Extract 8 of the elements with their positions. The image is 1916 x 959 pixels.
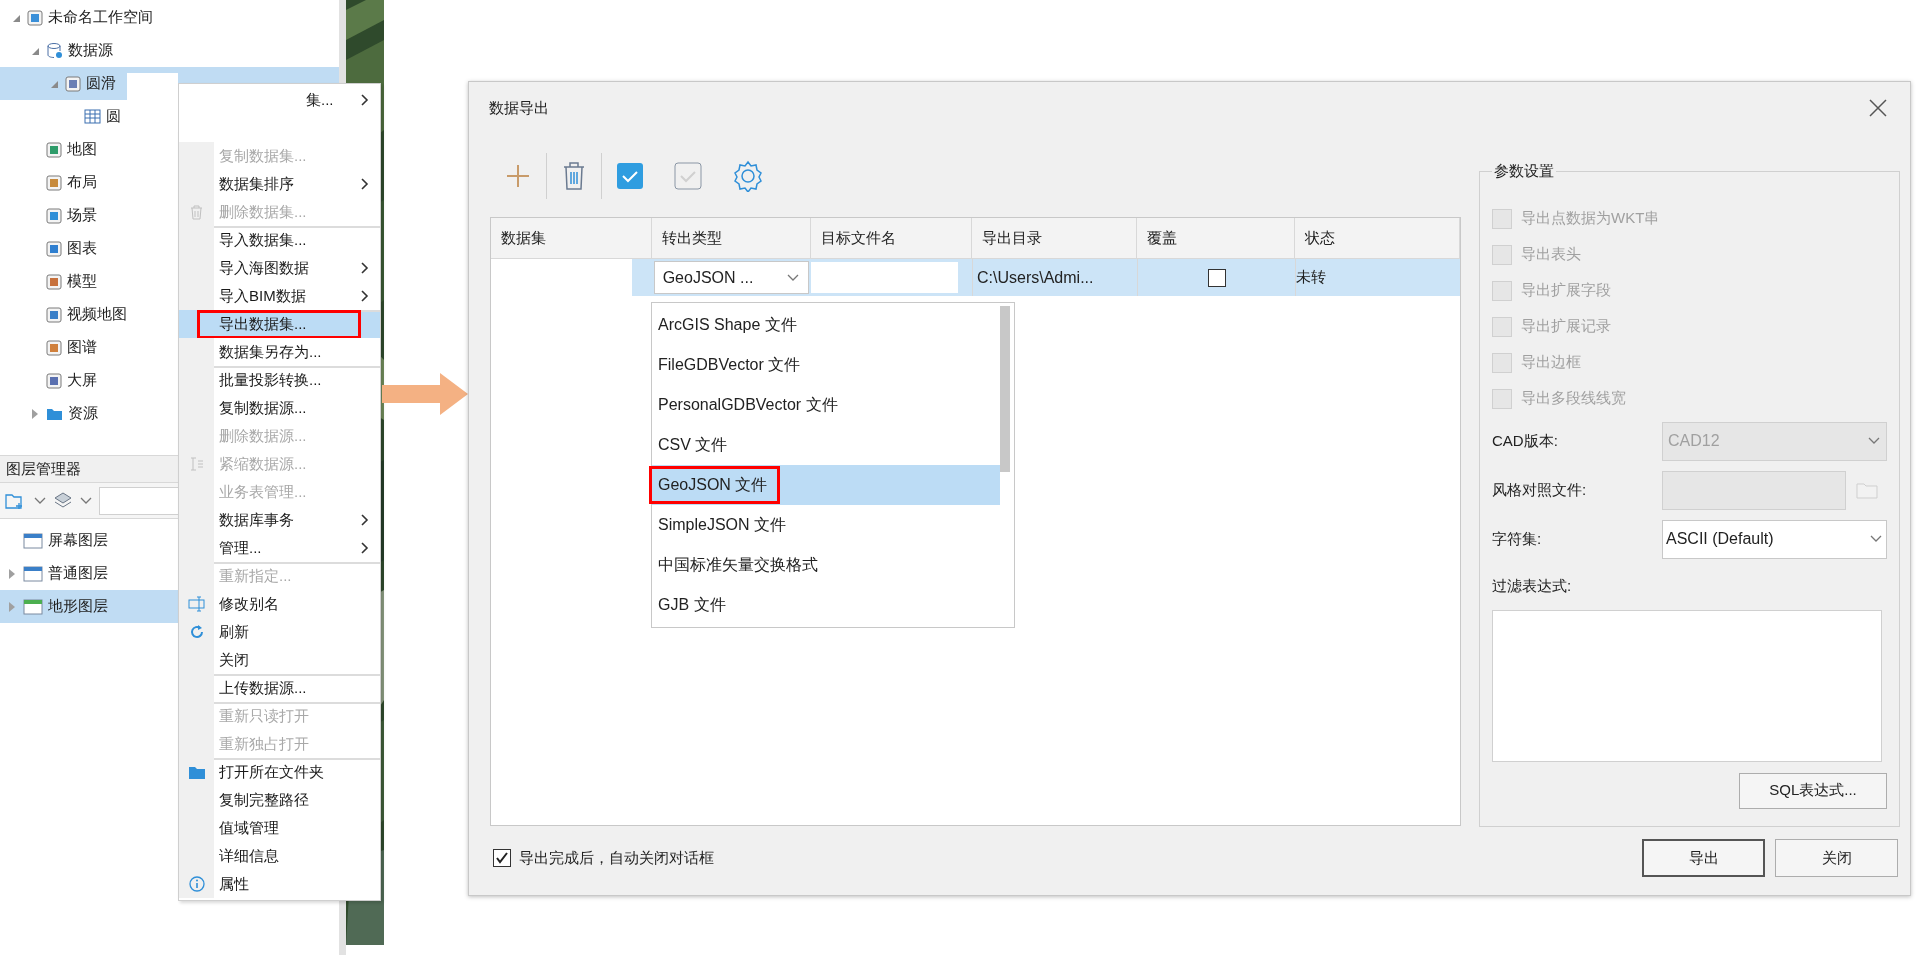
group-title: 参数设置 xyxy=(1493,161,1555,181)
field-label: 字符集: xyxy=(1492,528,1543,549)
field-label: 风格对照文件: xyxy=(1492,479,1588,500)
window-title: 数据导出 xyxy=(489,97,549,118)
field-label: CAD版本: xyxy=(1492,430,1559,451)
table-cell: 未转 xyxy=(1295,259,1460,296)
field-label: 过滤表达式: xyxy=(1492,576,1573,597)
table-cell: C:\Users\Admi... xyxy=(972,259,1137,296)
